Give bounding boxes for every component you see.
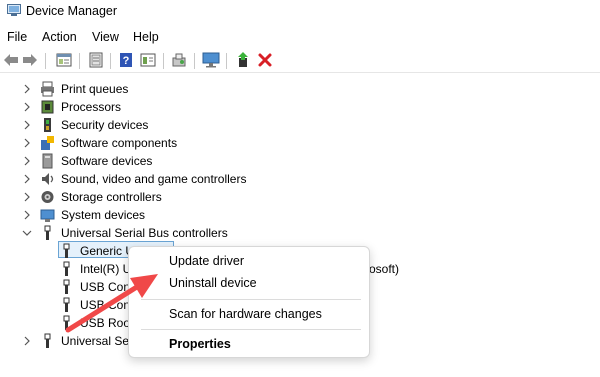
menu-item-update-driver[interactable]: Update driver (169, 254, 244, 268)
tree-item-software-devices[interactable]: Software devices (0, 152, 600, 170)
tree-item-label: USB Con (80, 298, 131, 312)
tree-item-label: Processors (61, 100, 122, 114)
tree-item-label: Storage controllers (61, 190, 162, 204)
toolbar-separator (226, 53, 227, 69)
menu-item-properties[interactable]: Properties (169, 337, 231, 351)
forward-arrow-icon[interactable] (21, 51, 39, 69)
chevron-right-icon[interactable] (22, 155, 32, 167)
toolbar-separator (163, 53, 164, 69)
chevron-right-icon[interactable] (22, 101, 32, 113)
title-bar: Device Manager (0, 0, 600, 24)
chevron-down-icon[interactable] (22, 227, 32, 239)
toolbar-separator (194, 53, 195, 69)
tree-item-processors[interactable]: Processors (0, 98, 600, 116)
usb-icon (63, 315, 70, 330)
menu-view[interactable]: View (92, 30, 119, 44)
tree-item-software-components[interactable]: Software components (0, 134, 600, 152)
tree-item-label: Software devices (61, 154, 153, 168)
toolbar: ? (0, 49, 600, 73)
chevron-right-icon[interactable] (22, 83, 32, 95)
uninstall-icon[interactable] (256, 51, 274, 69)
menu-file[interactable]: File (7, 30, 27, 44)
tree-item-label: Universal Serial Bus controllers (61, 226, 228, 240)
computer-monitor-icon[interactable] (202, 51, 220, 69)
device-manager-icon (7, 4, 21, 16)
toolbar-separator (79, 53, 80, 69)
tree-item-label: System devices (61, 208, 146, 222)
printer-icon (41, 81, 54, 97)
view-icon[interactable] (139, 51, 157, 69)
tree-item-label: Intel(R) U (80, 262, 132, 276)
context-menu: Update driver Uninstall device Scan for … (128, 246, 370, 358)
chevron-right-icon[interactable] (22, 173, 32, 185)
menu-item-uninstall-device[interactable]: Uninstall device (169, 276, 257, 290)
tree-item-label: USB Root (80, 316, 134, 330)
chevron-right-icon[interactable] (22, 209, 32, 221)
tree-item-label: Generic U (80, 244, 135, 258)
tree-item-label: Security devices (61, 118, 149, 132)
tree-item-label: Sound, video and game controllers (61, 172, 247, 186)
storage-controller-icon (41, 191, 54, 203)
menu-item-scan-hardware[interactable]: Scan for hardware changes (169, 307, 322, 321)
processor-icon (41, 100, 54, 114)
usb-icon (44, 333, 51, 348)
toolbar-separator (110, 53, 111, 69)
chevron-right-icon[interactable] (22, 137, 32, 149)
usb-icon (63, 243, 70, 258)
tree-item-label: USB Con (80, 280, 131, 294)
back-arrow-icon[interactable] (2, 51, 20, 69)
tree-item-storage-controllers[interactable]: Storage controllers (0, 188, 600, 206)
window-title: Device Manager (26, 4, 118, 18)
usb-icon (63, 261, 70, 276)
help-icon[interactable]: ? (117, 51, 135, 69)
show-hidden-icon[interactable] (87, 51, 105, 69)
tree-item-sound-video[interactable]: Sound, video and game controllers (0, 170, 600, 188)
security-device-icon (44, 118, 51, 132)
svg-text:?: ? (123, 55, 130, 67)
menu-bar: File Action View Help (0, 26, 600, 48)
tree-item-label-tail: osoft) (369, 262, 400, 276)
toolbar-separator (45, 53, 46, 69)
tree-item-usb-controllers[interactable]: Universal Serial Bus controllers (0, 224, 600, 242)
menu-separator (141, 299, 361, 300)
chevron-right-icon[interactable] (22, 119, 32, 131)
menu-separator (141, 329, 361, 330)
chevron-right-icon[interactable] (22, 191, 32, 203)
chevron-right-icon[interactable] (22, 335, 32, 347)
properties-icon[interactable] (55, 51, 73, 69)
scan-hardware-icon[interactable] (170, 51, 188, 69)
menu-help[interactable]: Help (133, 30, 159, 44)
speaker-icon (42, 173, 54, 185)
software-component-icon (41, 136, 54, 150)
tree-item-label: Software components (61, 136, 178, 150)
software-device-icon (42, 153, 53, 169)
usb-icon (63, 279, 70, 294)
update-driver-icon[interactable] (234, 51, 252, 69)
system-device-icon (40, 209, 55, 222)
tree-item-label: Print queues (61, 82, 129, 96)
usb-icon (44, 225, 51, 240)
tree-item-security-devices[interactable]: Security devices (0, 116, 600, 134)
tree-item-label: Universal Seri (61, 334, 136, 348)
tree-item-print-queues[interactable]: Print queues (0, 80, 600, 98)
usb-icon (63, 297, 70, 312)
menu-action[interactable]: Action (42, 30, 77, 44)
tree-item-system-devices[interactable]: System devices (0, 206, 600, 224)
